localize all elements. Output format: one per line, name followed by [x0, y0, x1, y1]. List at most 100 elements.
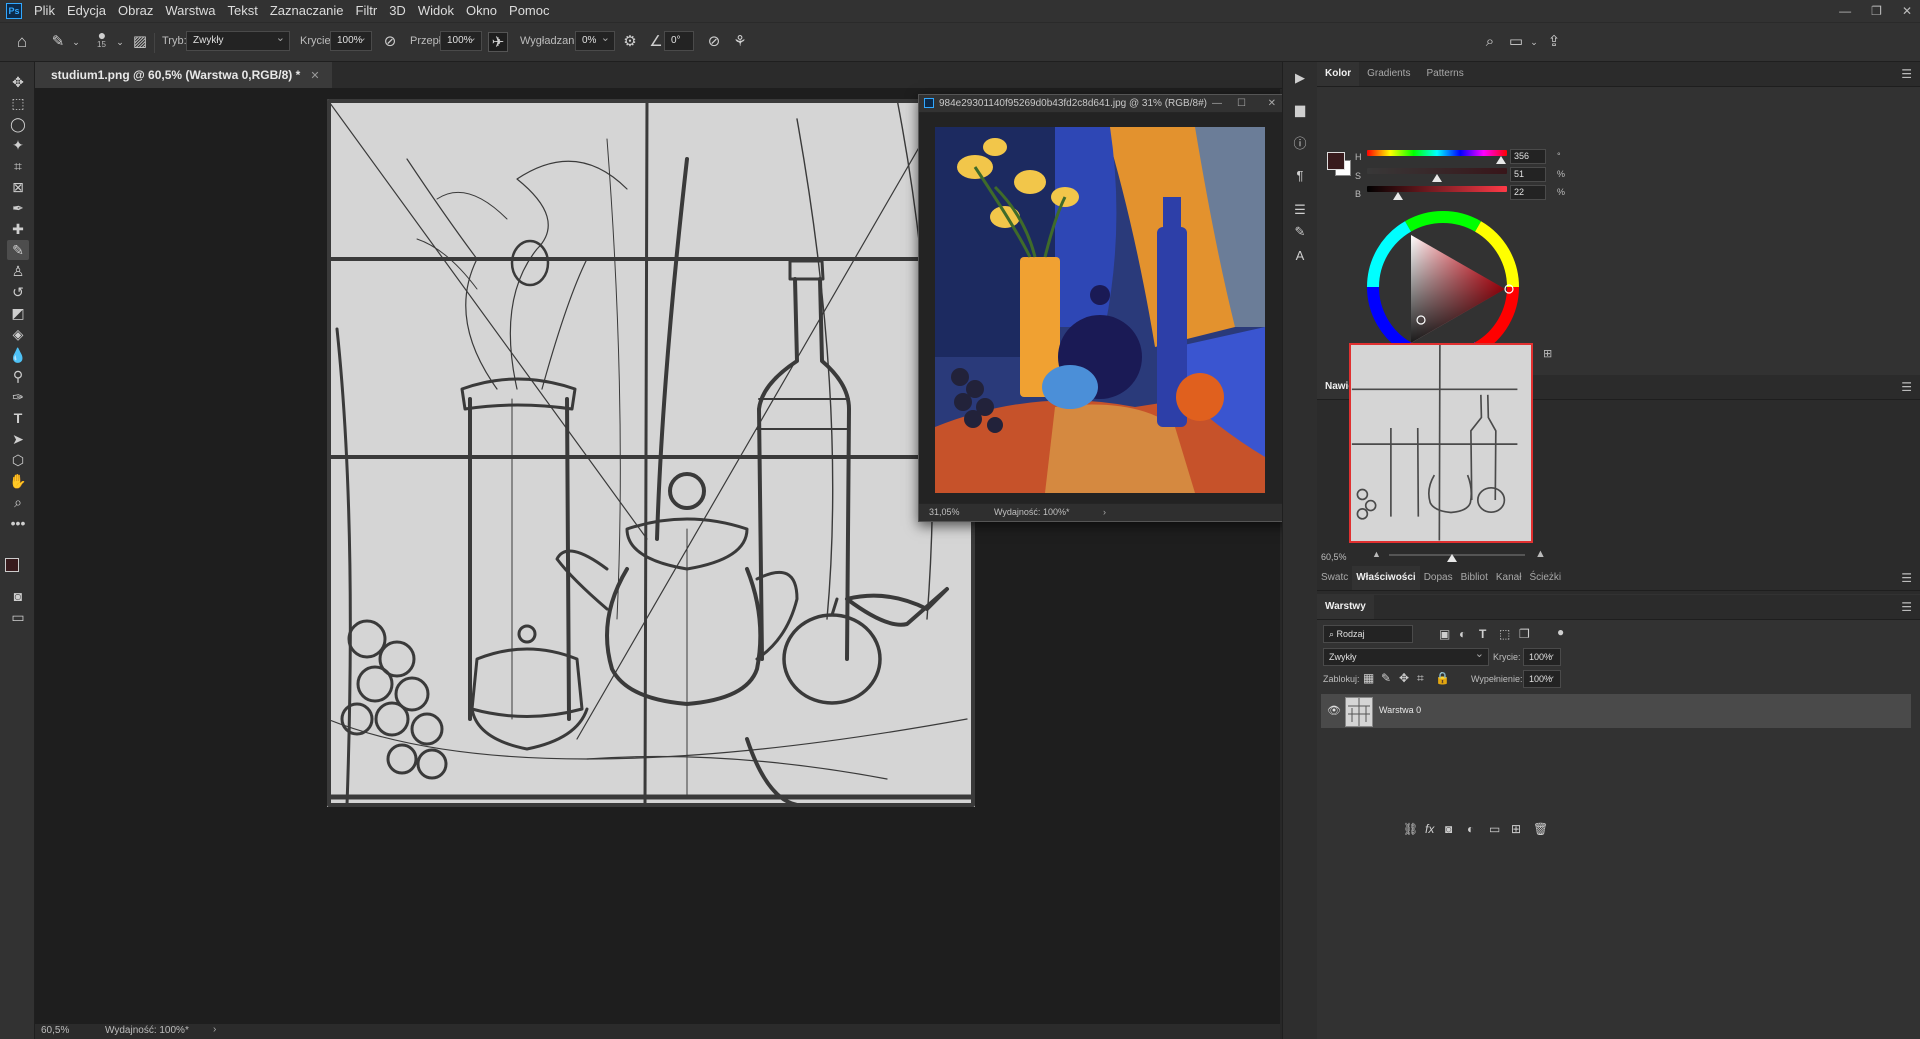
tab-kanaly[interactable]: Kanał	[1492, 566, 1526, 590]
panel-menu-icon[interactable]: ☰	[1901, 67, 1912, 81]
layer-filter-select[interactable]: ⌕ Rodzaj	[1323, 625, 1413, 643]
menu-warstwa[interactable]: Warstwa	[159, 0, 221, 22]
tab-sciezki[interactable]: Ścieżki	[1525, 566, 1565, 590]
hue-slider[interactable]	[1367, 150, 1507, 156]
workspace-icon[interactable]: ▭	[1506, 32, 1526, 52]
history-brush-icon[interactable]: ↺	[7, 282, 29, 302]
restore-icon[interactable]: ❐	[1871, 0, 1882, 22]
navigator-zoom-knob[interactable]	[1447, 554, 1457, 562]
flow-field[interactable]: 100%	[440, 29, 482, 51]
menu-filtr[interactable]: Filtr	[350, 0, 384, 22]
crop-tool-icon[interactable]: ⌗	[7, 156, 29, 176]
character-icon[interactable]: A	[1289, 246, 1311, 266]
filter-image-icon[interactable]: ▣	[1439, 627, 1450, 641]
brush-tool-icon[interactable]: ✎	[7, 240, 29, 260]
hue-value[interactable]: 356	[1510, 149, 1546, 164]
more-tools-icon[interactable]: •••	[7, 513, 29, 533]
tab-dopasowania[interactable]: Dopas	[1420, 566, 1457, 590]
airbrush-icon[interactable]: ✈	[488, 32, 508, 52]
blur-tool-icon[interactable]: 💧	[7, 345, 29, 365]
chevron-down-icon[interactable]: ⌄	[110, 32, 130, 52]
brightness-value[interactable]: 22	[1510, 185, 1546, 200]
layer-effects-icon[interactable]: fx	[1425, 822, 1434, 836]
saturation-slider-knob[interactable]	[1432, 174, 1442, 182]
lock-all-icon[interactable]: 🔒	[1435, 671, 1450, 685]
tab-gradients[interactable]: Gradients	[1359, 62, 1418, 86]
lock-artboard-icon[interactable]: ⌗	[1417, 671, 1424, 686]
floating-window-titlebar[interactable]: 984e29301140f95269d0b43fd2c8d641.jpg @ 3…	[919, 95, 1292, 113]
menu-okno[interactable]: Okno	[460, 0, 503, 22]
filter-adjustment-icon[interactable]: ◐	[1459, 627, 1466, 641]
layer-row[interactable]: 👁 Warstwa 0	[1321, 694, 1911, 728]
dodge-tool-icon[interactable]: ⚲	[7, 366, 29, 386]
panel-menu-icon[interactable]: ☰	[1901, 380, 1912, 394]
menu-zaznaczanie[interactable]: Zaznaczanie	[264, 0, 350, 22]
healing-tool-icon[interactable]: ✚	[7, 219, 29, 239]
zoom-level[interactable]: 60,5%	[41, 1025, 69, 1036]
play-actions-icon[interactable]: ▶	[1289, 68, 1311, 88]
menu-widok[interactable]: Widok	[412, 0, 460, 22]
tab-wlasciwosci[interactable]: Właściwości	[1352, 566, 1420, 590]
hand-tool-icon[interactable]: ✋	[7, 471, 29, 491]
filter-smart-object-icon[interactable]: ❐	[1519, 627, 1530, 641]
sketch-canvas[interactable]	[326, 97, 976, 807]
pressure-opacity-icon[interactable]: ⊘	[380, 32, 400, 52]
filter-toggle-icon[interactable]: ●	[1557, 625, 1564, 639]
info-icon[interactable]: ⓘ	[1289, 134, 1311, 154]
saturation-value[interactable]: 51	[1510, 167, 1546, 182]
layer-blend-mode-select[interactable]: Zwykły	[1323, 646, 1489, 666]
document-tab[interactable]: studium1.png @ 60,5% (Warstwa 0,RGB/8) *…	[35, 62, 332, 88]
hue-slider-knob[interactable]	[1496, 156, 1506, 164]
chevron-down-icon[interactable]: ⌄	[1524, 32, 1544, 52]
link-layers-icon[interactable]: ⛓	[1403, 822, 1418, 836]
filter-shape-icon[interactable]: ⬚	[1499, 627, 1510, 641]
type-tool-icon[interactable]: T	[7, 408, 29, 428]
symmetry-icon[interactable]: ⚘	[730, 32, 750, 52]
navigator-view-box[interactable]	[1349, 343, 1533, 543]
frame-tool-icon[interactable]: ⊠	[7, 177, 29, 197]
lock-pixels-icon[interactable]: ✎	[1381, 671, 1391, 685]
quick-select-tool-icon[interactable]: ✦	[7, 135, 29, 155]
tab-biblioteki[interactable]: Bibliot	[1457, 566, 1492, 590]
menu-obraz[interactable]: Obraz	[112, 0, 159, 22]
tab-patterns[interactable]: Patterns	[1418, 62, 1471, 86]
mode-select[interactable]: Zwykły	[186, 29, 290, 51]
zoom-out-icon[interactable]: ▲	[1372, 549, 1381, 559]
floating-document-window[interactable]: 984e29301140f95269d0b43fd2c8d641.jpg @ 3…	[918, 94, 1293, 522]
layer-fill-field[interactable]: 100%	[1523, 668, 1561, 688]
menu-3d[interactable]: 3D	[383, 0, 412, 22]
new-layer-icon[interactable]: ⊞	[1511, 822, 1521, 836]
move-tool-icon[interactable]: ✥	[7, 72, 29, 92]
pen-tool-icon[interactable]: ✑	[7, 387, 29, 407]
lock-transparency-icon[interactable]: ▦	[1363, 671, 1374, 685]
brush-preset-icon[interactable]: ✎	[48, 32, 68, 52]
home-icon[interactable]: ⌂	[12, 32, 32, 52]
foreground-color-swatch[interactable]	[5, 558, 19, 572]
delete-layer-icon[interactable]: 🗑	[1533, 822, 1548, 836]
tab-warstwy[interactable]: Warstwy	[1317, 595, 1374, 619]
navigator-zoom[interactable]: 60,5%	[1321, 552, 1347, 562]
maximize-icon[interactable]: ☐	[1237, 95, 1246, 112]
navigator-zoom-slider[interactable]	[1389, 554, 1525, 556]
tab-kolor[interactable]: Kolor	[1317, 62, 1360, 86]
chevron-down-icon[interactable]: ⌄	[66, 32, 86, 52]
path-select-icon[interactable]: ➤	[7, 429, 29, 449]
share-icon[interactable]: ⇪	[1544, 32, 1564, 52]
smoothing-field[interactable]: 0%	[575, 29, 615, 51]
menu-pomoc[interactable]: Pomoc	[503, 0, 555, 22]
brush-settings-icon[interactable]: ✎	[1289, 222, 1311, 242]
menu-edycja[interactable]: Edycja	[61, 0, 112, 22]
minimize-icon[interactable]: —	[1212, 95, 1222, 112]
quick-mask-icon[interactable]: ◙	[7, 586, 29, 606]
group-folder-icon[interactable]: ▭	[1489, 822, 1500, 836]
close-icon[interactable]: ✕	[1268, 95, 1276, 112]
menu-tekst[interactable]: Tekst	[221, 0, 263, 22]
panel-menu-icon[interactable]: ☰	[1901, 600, 1912, 614]
menu-plik[interactable]: Plik	[28, 0, 61, 22]
layer-opacity-field[interactable]: 100%	[1523, 646, 1561, 666]
shape-tool-icon[interactable]: ⬡	[7, 450, 29, 470]
brightness-slider[interactable]	[1367, 186, 1507, 192]
paragraph-icon[interactable]: ¶	[1289, 166, 1311, 186]
zoom-in-icon[interactable]: ▲	[1535, 548, 1546, 560]
histogram-icon[interactable]: ▆	[1289, 100, 1311, 120]
